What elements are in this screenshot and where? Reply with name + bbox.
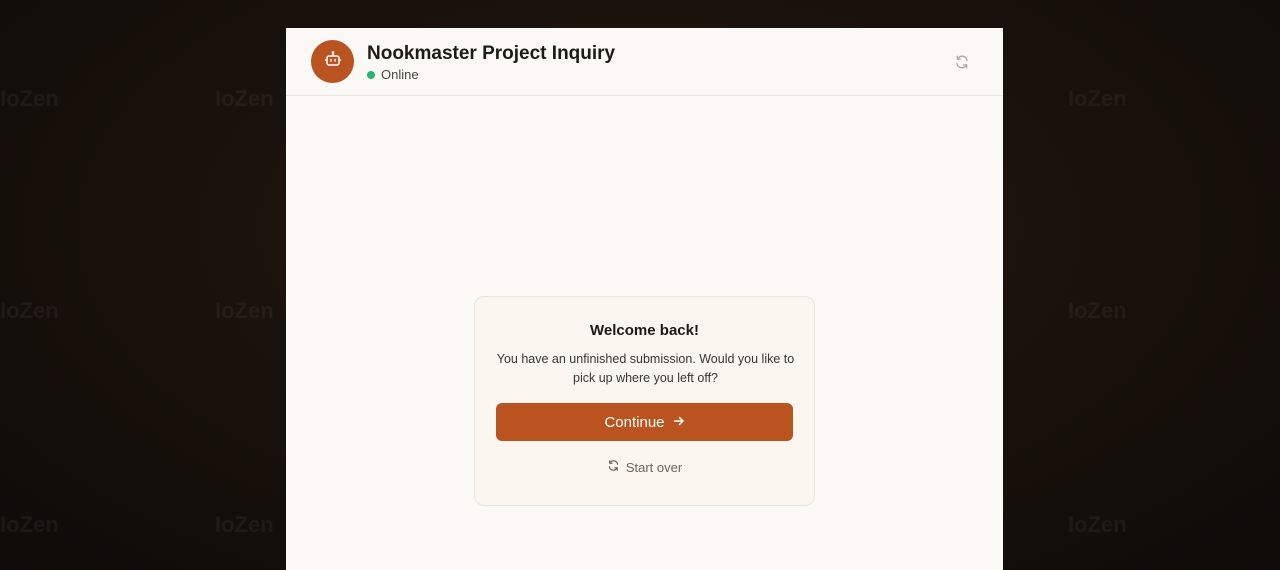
- start-over-button[interactable]: Start over: [475, 459, 814, 475]
- dialog-message: You have an unfinished submission. Would…: [496, 352, 795, 385]
- robot-icon: [324, 50, 342, 73]
- watermark: IoZen: [0, 512, 59, 537]
- dialog-title: Welcome back!: [590, 322, 699, 339]
- status-indicator: Online: [367, 67, 419, 82]
- chat-title: Nookmaster Project Inquiry: [367, 43, 616, 64]
- bot-avatar: [311, 40, 354, 83]
- watermark: IoZen: [1068, 298, 1127, 323]
- restart-icon: [607, 459, 620, 475]
- watermark: IoZen: [1068, 512, 1127, 537]
- start-over-label: Start over: [625, 459, 683, 475]
- online-status-dot: [367, 70, 375, 79]
- arrow-right-icon: [673, 414, 685, 431]
- watermark: IoZen: [1068, 86, 1127, 111]
- continue-label: Continue: [604, 413, 665, 431]
- watermark: IoZen: [215, 86, 274, 111]
- watermark: IoZen: [215, 298, 274, 323]
- status-label: Online: [381, 67, 419, 82]
- resume-dialog: Welcome back! You have an unfinished sub…: [474, 296, 815, 506]
- watermark: IoZen: [215, 512, 274, 537]
- continue-button[interactable]: Continue: [496, 403, 793, 441]
- chat-header: Nookmaster Project Inquiry Online: [286, 28, 1003, 96]
- watermark: IoZen: [0, 86, 59, 111]
- chat-panel: Nookmaster Project Inquiry Online Welcom…: [286, 28, 1003, 570]
- refresh-icon[interactable]: [954, 54, 972, 72]
- watermark: IoZen: [0, 298, 59, 323]
